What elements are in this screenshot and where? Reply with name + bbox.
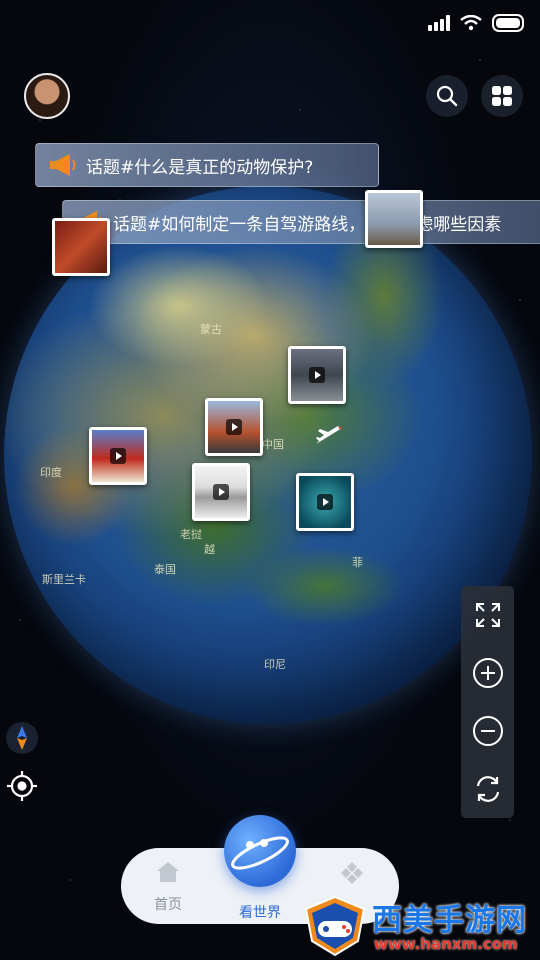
topic-text: 话题#如何制定一条自驾游路线，需要考虑哪些因素 <box>113 214 502 235</box>
minus-icon <box>472 716 503 746</box>
user-avatar[interactable] <box>24 73 70 119</box>
post-thumbnail[interactable] <box>365 190 423 248</box>
status-bar <box>428 14 524 32</box>
map-label-mongolia: 蒙古 <box>200 323 222 336</box>
map-label-china: 中国 <box>262 438 284 451</box>
video-thumbnail[interactable] <box>192 463 250 521</box>
play-icon <box>317 494 333 510</box>
video-thumbnail[interactable] <box>89 427 147 485</box>
watermark-title: 西美手游网 <box>372 903 527 938</box>
watermark-url: www.hanxm.com <box>374 935 518 953</box>
map-label-vietnam: 越 <box>204 543 215 556</box>
games-icon <box>341 862 363 884</box>
map-label-laos: 老挝 <box>180 528 202 541</box>
nav-home[interactable]: 首页 <box>133 860 203 914</box>
battery-icon <box>492 14 524 32</box>
map-controls <box>461 586 514 818</box>
search-icon <box>436 85 458 107</box>
map-label-india: 印度 <box>40 466 62 479</box>
apps-menu-button[interactable] <box>481 75 523 117</box>
search-button[interactable] <box>426 75 468 117</box>
rotate-button[interactable] <box>468 769 508 809</box>
video-thumbnail[interactable] <box>205 398 263 456</box>
nav-world-label: 看世界 <box>239 905 281 921</box>
crosshair-icon <box>7 771 37 801</box>
watermark: 西美手游网 www.hanxm.com <box>300 895 540 960</box>
compass-button[interactable] <box>6 722 38 754</box>
zoom-out-button[interactable] <box>468 711 508 751</box>
topic-banner-1[interactable]: 话题#什么是真正的动物保护? <box>35 143 379 187</box>
topic-text: 话题#什么是真正的动物保护? <box>86 157 314 178</box>
video-thumbnail[interactable] <box>296 473 354 531</box>
megaphone-icon <box>48 152 78 178</box>
signal-icon <box>428 15 450 31</box>
map-label-thailand: 泰国 <box>154 563 176 576</box>
fullscreen-button[interactable] <box>468 595 508 635</box>
gamepad-logo-icon <box>304 895 366 957</box>
zoom-in-button[interactable] <box>468 653 508 693</box>
home-icon <box>157 862 179 882</box>
wifi-icon <box>460 15 482 31</box>
plus-icon <box>472 658 503 688</box>
airplane-icon <box>316 426 342 444</box>
world-planet-button[interactable] <box>224 815 296 887</box>
compass-icon <box>17 726 27 750</box>
map-label-philippines: 菲 <box>352 556 363 569</box>
expand-icon <box>475 603 500 627</box>
grid-icon <box>492 86 512 106</box>
map-label-sri-lanka: 斯里兰卡 <box>42 573 86 586</box>
topic-banner-2[interactable]: 话题#如何制定一条自驾游路线，需要考虑哪些因素 <box>62 200 540 244</box>
play-icon <box>309 367 325 383</box>
nav-home-label: 首页 <box>154 897 182 913</box>
locate-button[interactable] <box>4 768 40 804</box>
play-icon <box>213 484 229 500</box>
nav-games[interactable] <box>317 860 387 896</box>
play-icon <box>110 448 126 464</box>
post-thumbnail[interactable] <box>52 218 110 276</box>
map-label-indonesia: 印尼 <box>264 658 286 671</box>
video-thumbnail[interactable] <box>288 346 346 404</box>
play-icon <box>226 419 242 435</box>
refresh-icon <box>476 776 499 802</box>
planet-icon <box>231 836 289 870</box>
